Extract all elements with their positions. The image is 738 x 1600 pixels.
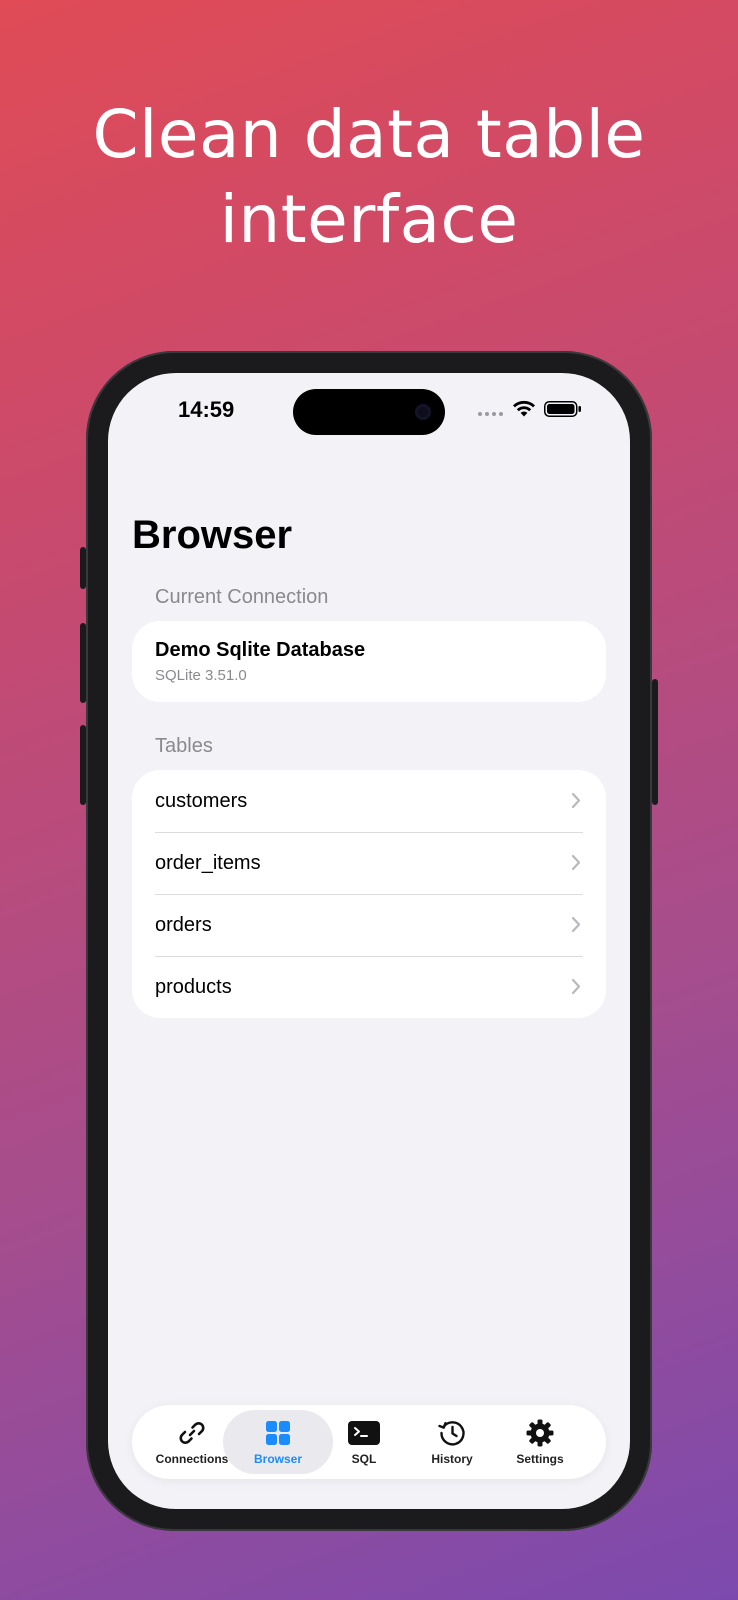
wifi-icon	[513, 400, 535, 417]
table-name: order_items	[155, 851, 261, 874]
tab-sql[interactable]: SQL	[320, 1410, 408, 1474]
connection-name: Demo Sqlite Database	[155, 639, 366, 661]
phone-frame: 14:59 Browser Current Connection Demo Sq…	[80, 351, 658, 1531]
signal-dots-icon	[478, 412, 503, 416]
tab-label: Browser	[253, 1452, 303, 1466]
battery-icon	[544, 401, 581, 417]
tab-settings[interactable]: Settings	[496, 1410, 584, 1474]
tab-history[interactable]: History	[408, 1410, 496, 1474]
chevron-right-icon	[571, 978, 581, 995]
camera-icon	[415, 404, 431, 420]
grid-icon	[266, 1421, 290, 1445]
table-row-orders[interactable]: orders	[132, 894, 606, 956]
table-row-customers[interactable]: customers	[132, 770, 606, 832]
status-time: 14:59	[178, 397, 235, 422]
tab-bar: Connections Browser SQL History Settings	[132, 1405, 606, 1479]
action-button	[80, 547, 86, 589]
chevron-right-icon	[571, 792, 581, 809]
chevron-right-icon	[571, 854, 581, 871]
tab-label: SQL	[351, 1452, 377, 1466]
tab-browser[interactable]: Browser	[223, 1410, 333, 1474]
app-screen: 14:59 Browser Current Connection Demo Sq…	[108, 373, 630, 1509]
connection-version: SQLite 3.51.0	[155, 667, 247, 684]
table-row-products[interactable]: products	[132, 956, 606, 1018]
current-connection-header: Current Connection	[155, 586, 329, 608]
table-name: customers	[155, 789, 248, 812]
volume-down-button	[80, 725, 86, 805]
dynamic-island	[293, 389, 445, 435]
power-button	[652, 679, 658, 805]
tab-label: Settings	[516, 1452, 564, 1466]
table-name: products	[155, 975, 232, 998]
table-row-order-items[interactable]: order_items	[132, 832, 606, 894]
tab-label: History	[431, 1452, 473, 1466]
chevron-right-icon	[571, 916, 581, 933]
link-icon	[179, 1422, 205, 1444]
volume-up-button	[80, 623, 86, 703]
tables-header: Tables	[155, 735, 213, 757]
tables-list: customers order_items orders products	[132, 770, 606, 1018]
marketing-headline: Clean data table interface	[92, 96, 646, 258]
terminal-icon	[348, 1421, 380, 1445]
history-icon	[438, 1421, 465, 1446]
table-name: orders	[155, 913, 212, 936]
current-connection-card[interactable]: Demo Sqlite Database SQLite 3.51.0	[132, 621, 606, 702]
gear-icon	[526, 1419, 554, 1447]
page-title: Browser	[132, 513, 293, 557]
